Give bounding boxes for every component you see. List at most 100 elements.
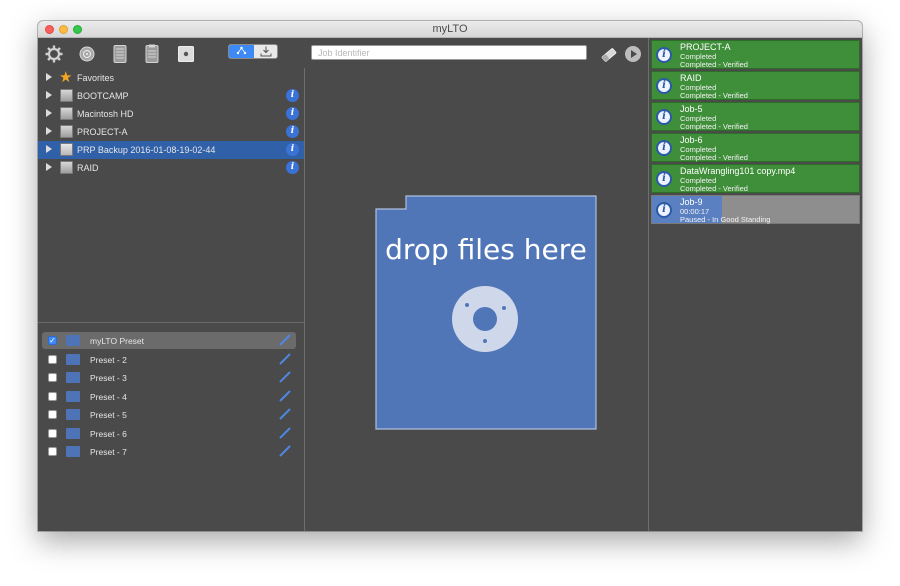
tape-icon[interactable] bbox=[110, 44, 130, 64]
folder-icon bbox=[66, 353, 80, 365]
preset-checkbox[interactable] bbox=[48, 354, 57, 364]
preset-label: myLTO Preset bbox=[90, 336, 145, 346]
job-info-icon[interactable]: i bbox=[656, 140, 672, 156]
title-bar: myLTO bbox=[38, 21, 862, 38]
preset-item[interactable]: Preset - 4 bbox=[42, 388, 296, 405]
drive-icon bbox=[60, 161, 73, 174]
drive-icon bbox=[60, 125, 73, 138]
disclosure-triangle-icon[interactable] bbox=[46, 109, 52, 117]
drive-icon bbox=[60, 89, 73, 102]
download-view-button[interactable] bbox=[254, 45, 277, 58]
edit-pencil-icon[interactable] bbox=[278, 333, 292, 347]
vault-icon[interactable] bbox=[176, 44, 196, 64]
disclosure-triangle-icon[interactable] bbox=[46, 127, 52, 135]
job-item[interactable]: i Job-6 Completed Completed - Verified bbox=[651, 133, 860, 162]
toolbar bbox=[38, 38, 648, 68]
source-item-label: BOOTCAMP bbox=[77, 91, 129, 101]
play-icon[interactable] bbox=[624, 45, 644, 65]
preset-item[interactable]: Preset - 7 bbox=[42, 443, 296, 460]
sources-pane: ★ Favorites BOOTCAMP i Macintosh HD i PROJECT-… bbox=[38, 68, 304, 531]
preset-label: Preset - 7 bbox=[90, 447, 127, 457]
folder-icon bbox=[66, 335, 80, 346]
job-item[interactable]: i Job-9 00:00:17 Paused - In Good Standing bbox=[651, 195, 860, 224]
disclosure-triangle-icon[interactable] bbox=[46, 73, 52, 81]
target-icon[interactable] bbox=[77, 44, 97, 64]
job-name: Job-5 bbox=[680, 104, 703, 114]
preset-item[interactable]: Preset - 6 bbox=[42, 425, 296, 442]
preset-checkbox[interactable] bbox=[48, 373, 57, 382]
job-verification: Completed - Verified bbox=[680, 91, 748, 100]
app-window: myLTO Job Identifier ★ Favorites BOOTCAM… bbox=[38, 21, 862, 531]
window-title: myLTO bbox=[432, 23, 468, 35]
preset-label: Preset - 3 bbox=[90, 373, 127, 383]
tape-drive-icon bbox=[60, 143, 73, 156]
job-info-icon[interactable]: i bbox=[656, 78, 672, 94]
gear-icon[interactable] bbox=[44, 44, 64, 64]
preset-item[interactable]: Preset - 5 bbox=[42, 406, 296, 423]
disclosure-triangle-icon[interactable] bbox=[46, 145, 52, 153]
view-segmented-control bbox=[228, 44, 278, 59]
preset-checkbox[interactable] bbox=[48, 410, 57, 419]
edit-pencil-icon[interactable] bbox=[278, 389, 292, 403]
preset-label: Preset - 4 bbox=[90, 391, 127, 402]
disclosure-triangle-icon[interactable] bbox=[46, 91, 52, 99]
edit-pencil-icon[interactable] bbox=[278, 352, 292, 366]
info-icon[interactable]: i bbox=[286, 161, 299, 174]
edit-pencil-icon[interactable] bbox=[278, 426, 292, 440]
disclosure-triangle-icon[interactable] bbox=[46, 163, 52, 171]
job-info-icon[interactable]: i bbox=[656, 171, 672, 187]
source-item-label: PRP Backup 2016-01-08-19-02-44 bbox=[77, 145, 216, 155]
job-info-icon[interactable]: i bbox=[656, 47, 672, 63]
source-item-label: RAID bbox=[77, 163, 99, 173]
job-identifier-input[interactable] bbox=[311, 45, 587, 60]
job-verification: Completed - Verified bbox=[680, 153, 748, 162]
preset-item[interactable]: Preset - 3 bbox=[42, 369, 296, 386]
source-item-label: Macintosh HD bbox=[77, 109, 134, 119]
preset-checkbox[interactable] bbox=[48, 391, 57, 401]
edit-pencil-icon[interactable] bbox=[278, 407, 292, 421]
edit-pencil-icon[interactable] bbox=[278, 444, 292, 458]
source-item[interactable]: ★ Favorites bbox=[38, 69, 304, 87]
job-name: RAID bbox=[680, 73, 702, 83]
info-icon[interactable]: i bbox=[286, 125, 299, 138]
job-info-icon[interactable]: i bbox=[656, 202, 672, 218]
preset-label: Preset - 5 bbox=[90, 410, 127, 420]
pane-divider bbox=[38, 322, 304, 323]
source-item[interactable]: Macintosh HD i bbox=[38, 105, 304, 123]
job-item[interactable]: i RAID Completed Completed - Verified bbox=[651, 71, 860, 100]
source-item[interactable]: RAID i bbox=[38, 159, 304, 177]
job-name: PROJECT-A bbox=[680, 42, 731, 52]
eraser-icon[interactable] bbox=[599, 45, 619, 65]
edit-pencil-icon[interactable] bbox=[278, 370, 292, 384]
network-view-button[interactable] bbox=[229, 45, 254, 58]
job-item[interactable]: i PROJECT-A Completed Completed - Verified bbox=[651, 40, 860, 69]
preset-label: Preset - 6 bbox=[90, 428, 127, 439]
source-item[interactable]: PRP Backup 2016-01-08-19-02-44 i bbox=[38, 141, 304, 159]
info-icon[interactable]: i bbox=[286, 143, 299, 156]
preset-checkbox[interactable]: ✓ bbox=[48, 336, 57, 345]
drop-zone-shape bbox=[375, 195, 597, 430]
folder-icon bbox=[66, 409, 80, 420]
job-info-icon[interactable]: i bbox=[656, 109, 672, 125]
info-icon[interactable]: i bbox=[286, 107, 299, 120]
job-item[interactable]: i Job-5 Completed Completed - Verified bbox=[651, 102, 860, 131]
drop-zone-label: drop files here bbox=[385, 233, 587, 266]
folder-icon bbox=[66, 446, 80, 457]
tape-list-icon[interactable] bbox=[142, 44, 162, 64]
preset-item[interactable]: Preset - 2 bbox=[42, 351, 296, 368]
job-verification: Completed - Verified bbox=[680, 122, 748, 131]
star-icon: ★ bbox=[59, 69, 73, 86]
folder-icon bbox=[66, 372, 80, 383]
source-item[interactable]: PROJECT-A i bbox=[38, 123, 304, 141]
job-item[interactable]: i DataWrangling101 copy.mp4 Completed Compl… bbox=[651, 164, 860, 193]
job-name: Job-6 bbox=[680, 135, 703, 145]
preset-checkbox[interactable] bbox=[48, 428, 57, 438]
preset-checkbox[interactable] bbox=[48, 447, 57, 456]
source-item[interactable]: BOOTCAMP i bbox=[38, 87, 304, 105]
info-icon[interactable]: i bbox=[286, 89, 299, 102]
drop-zone[interactable]: drop files here bbox=[375, 195, 597, 430]
preset-item[interactable]: ✓ myLTO Preset bbox=[42, 332, 296, 349]
folder-icon bbox=[66, 390, 80, 402]
job-queue: i PROJECT-A Completed Completed - Verified i… bbox=[649, 38, 862, 531]
job-verification: Completed - Verified bbox=[680, 60, 748, 69]
